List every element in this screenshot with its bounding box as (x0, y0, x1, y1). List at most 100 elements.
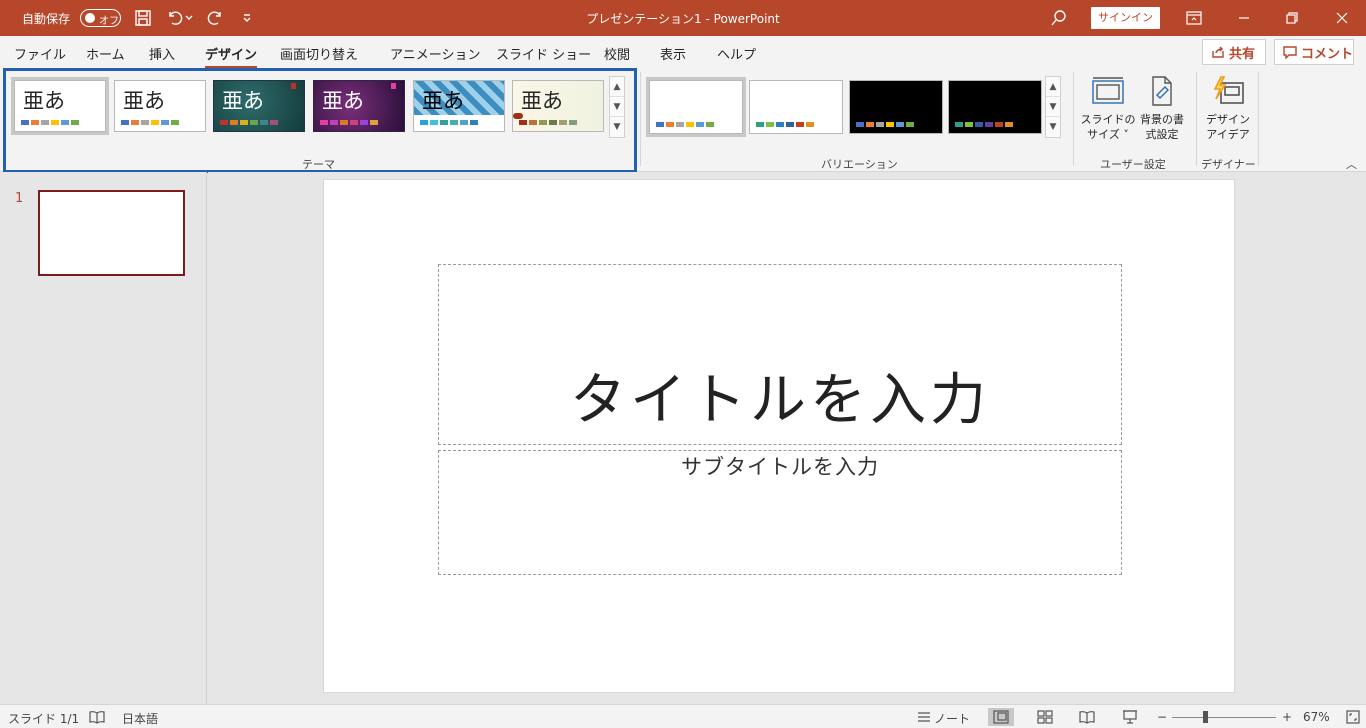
autosave-toggle[interactable]: オフ (80, 9, 121, 27)
zoom-level[interactable]: 67% (1303, 710, 1330, 724)
notes-button[interactable]: ノート (934, 710, 970, 727)
slide-size-label-1: スライドの (1080, 113, 1136, 126)
subtitle-placeholder[interactable]: サブタイトルを入力 (438, 450, 1122, 575)
slide-size-button[interactable]: スライドの サイズ ˅ (1080, 74, 1136, 142)
tab-view[interactable]: 表示 (660, 44, 686, 63)
customize-qat-icon[interactable] (235, 6, 259, 30)
gallery-up-icon[interactable]: ▲ (610, 77, 624, 97)
share-label: 共有 (1229, 46, 1256, 62)
slide-size-icon (1080, 74, 1136, 108)
gallery-more-icon[interactable]: ▼ (610, 117, 624, 137)
normal-view-icon[interactable] (988, 708, 1014, 726)
title-placeholder[interactable]: タイトルを入力 (438, 264, 1122, 445)
group-divider (1258, 72, 1259, 166)
signin-button[interactable]: サインイン (1091, 7, 1160, 29)
theme-swatches (21, 120, 79, 125)
variation-2[interactable] (749, 80, 843, 134)
tab-animations[interactable]: アニメーション (390, 44, 480, 63)
slide-thumbnail[interactable] (38, 190, 185, 276)
autosave-label: 自動保存 (22, 12, 71, 26)
share-button[interactable]: 共有 (1202, 39, 1266, 65)
theme-swatches (420, 120, 478, 125)
collapse-ribbon-icon[interactable]: ︿ (1346, 156, 1357, 172)
slide-count[interactable]: スライド 1/1 (8, 710, 79, 727)
toggle-knob (85, 13, 95, 23)
theme-teal[interactable]: 亜あ (213, 80, 305, 132)
minimize-icon[interactable] (1220, 0, 1268, 36)
theme-office-alt[interactable]: 亜あ (114, 80, 206, 132)
variation-swatches (656, 122, 714, 127)
comment-button[interactable]: コメント (1274, 39, 1354, 65)
search-icon[interactable] (1047, 6, 1071, 30)
save-icon[interactable] (131, 6, 155, 30)
accessibility-book-icon[interactable] (84, 708, 110, 726)
gallery-down-icon[interactable]: ▼ (1046, 97, 1060, 117)
theme-glyph: 亜あ (521, 89, 563, 113)
fit-to-window-icon[interactable] (1340, 708, 1366, 726)
theme-accent-mark (291, 83, 296, 89)
theme-accent-mark (513, 113, 523, 119)
theme-purple[interactable]: 亜あ (313, 80, 405, 132)
redo-icon[interactable] (203, 6, 227, 30)
customize-group-label: ユーザー設定 (1100, 158, 1166, 171)
format-background-label-1: 背景の書 (1140, 113, 1184, 126)
tab-insert[interactable]: 挿入 (149, 44, 175, 63)
group-divider (1073, 72, 1074, 166)
designer-group-label: デザイナー (1201, 158, 1256, 171)
tab-file[interactable]: ファイル (14, 44, 66, 63)
variation-3[interactable] (849, 80, 943, 134)
design-ideas-label-1: デザイン (1206, 113, 1250, 126)
reading-view-icon[interactable] (1074, 708, 1100, 726)
design-ideas-button[interactable]: デザイン アイデア (1200, 74, 1256, 142)
language-indicator[interactable]: 日本語 (122, 710, 158, 727)
tab-design[interactable]: デザイン (205, 44, 258, 69)
title-bar: 自動保存 オフ プレゼンテーション1 - PowerPoint サインイン (0, 0, 1366, 36)
themes-group-label: テーマ (302, 158, 335, 171)
theme-office[interactable]: 亜あ (11, 77, 109, 135)
restore-icon[interactable] (1268, 0, 1316, 36)
gallery-up-icon[interactable]: ▲ (1046, 77, 1060, 97)
themes-gallery-scroll: ▲ ▼ ▼ (609, 76, 625, 138)
theme-glyph: 亜あ (322, 89, 364, 113)
zoom-in-button[interactable]: + (1282, 710, 1292, 724)
theme-swatches (220, 120, 278, 125)
autosave-toggle-label: オフ (99, 16, 119, 27)
tab-help[interactable]: ヘルプ (717, 44, 756, 63)
tab-slideshow[interactable]: スライド ショー (496, 44, 591, 63)
gallery-more-icon[interactable]: ▼ (1046, 117, 1060, 137)
slide-thumbnail-pane: 1 (0, 172, 207, 704)
format-background-label-2: 式設定 (1145, 128, 1179, 141)
zoom-slider-thumb[interactable] (1203, 711, 1208, 723)
variation-1[interactable] (646, 77, 746, 137)
ribbon-design: 亜あ 亜あ 亜あ 亜あ 亜あ 亜あ ▲ ▼ ▼ テーマ ▲ ▼ ▼ バリエーショ… (0, 68, 1366, 173)
format-background-icon (1134, 74, 1190, 108)
theme-cream[interactable]: 亜あ (512, 80, 604, 132)
variation-4[interactable] (948, 80, 1042, 134)
slide-canvas[interactable]: タイトルを入力 サブタイトルを入力 (323, 179, 1235, 693)
gallery-down-icon[interactable]: ▼ (610, 97, 624, 117)
variation-swatches (756, 122, 814, 127)
format-background-button[interactable]: 背景の書 式設定 (1134, 74, 1190, 142)
tab-review[interactable]: 校閲 (604, 44, 630, 63)
ribbon-display-options-icon[interactable] (1170, 0, 1218, 36)
design-ideas-label-2: アイデア (1206, 128, 1250, 141)
theme-glyph: 亜あ (422, 89, 464, 113)
subtitle-placeholder-text: サブタイトルを入力 (681, 455, 879, 479)
share-icon (1212, 46, 1224, 58)
title-placeholder-text: タイトルを入力 (570, 368, 990, 433)
variations-gallery-scroll: ▲ ▼ ▼ (1045, 76, 1061, 138)
zoom-out-button[interactable]: − (1157, 710, 1167, 724)
theme-blue-pattern[interactable]: 亜あ (413, 80, 505, 132)
slideshow-view-icon[interactable] (1117, 708, 1143, 726)
variation-swatches (856, 122, 914, 127)
theme-accent-mark (391, 83, 396, 89)
tab-home[interactable]: ホーム (86, 44, 125, 63)
slide-number: 1 (15, 191, 24, 206)
zoom-slider-track[interactable] (1172, 717, 1276, 718)
close-icon[interactable] (1318, 0, 1366, 36)
slide-sorter-icon[interactable] (1032, 708, 1058, 726)
design-ideas-icon (1200, 74, 1256, 108)
tab-transitions[interactable]: 画面切り替え (280, 44, 358, 63)
comment-icon (1283, 46, 1297, 59)
undo-dropdown-icon[interactable] (182, 6, 196, 30)
